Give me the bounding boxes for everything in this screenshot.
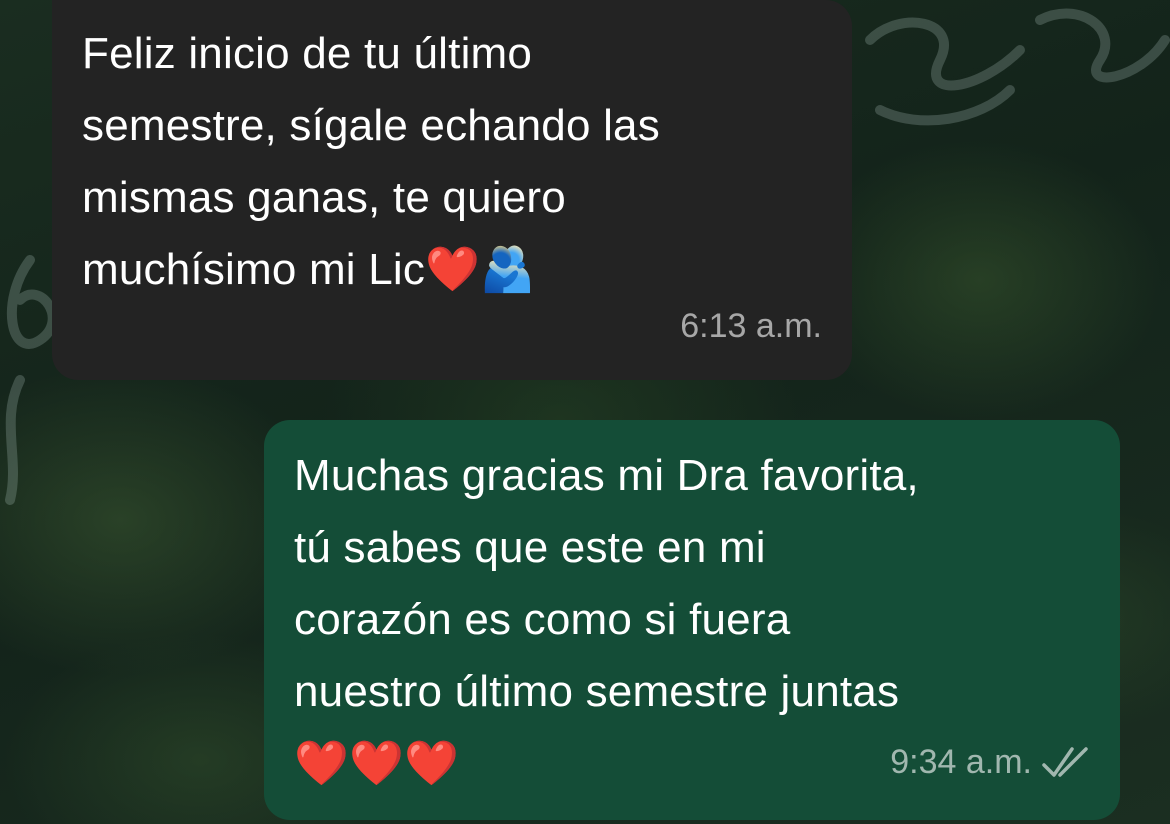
incoming-message-bubble[interactable]: Feliz inicio de tu último semestre, síga… bbox=[52, 0, 852, 380]
message-timestamp: 6:13 a.m. bbox=[680, 307, 822, 345]
outgoing-message-bubble[interactable]: Muchas gracias mi Dra favorita, tú sabes… bbox=[264, 420, 1120, 820]
chat-thread: Feliz inicio de tu último semestre, síga… bbox=[0, 0, 1170, 824]
message-meta: 6:13 a.m. bbox=[680, 290, 822, 362]
message-timestamp: 9:34 a.m. bbox=[890, 743, 1032, 781]
double-check-read-icon bbox=[1042, 747, 1088, 777]
message-meta: 9:34 a.m. bbox=[890, 726, 1090, 798]
message-text: Feliz inicio de tu último semestre, síga… bbox=[82, 29, 660, 294]
